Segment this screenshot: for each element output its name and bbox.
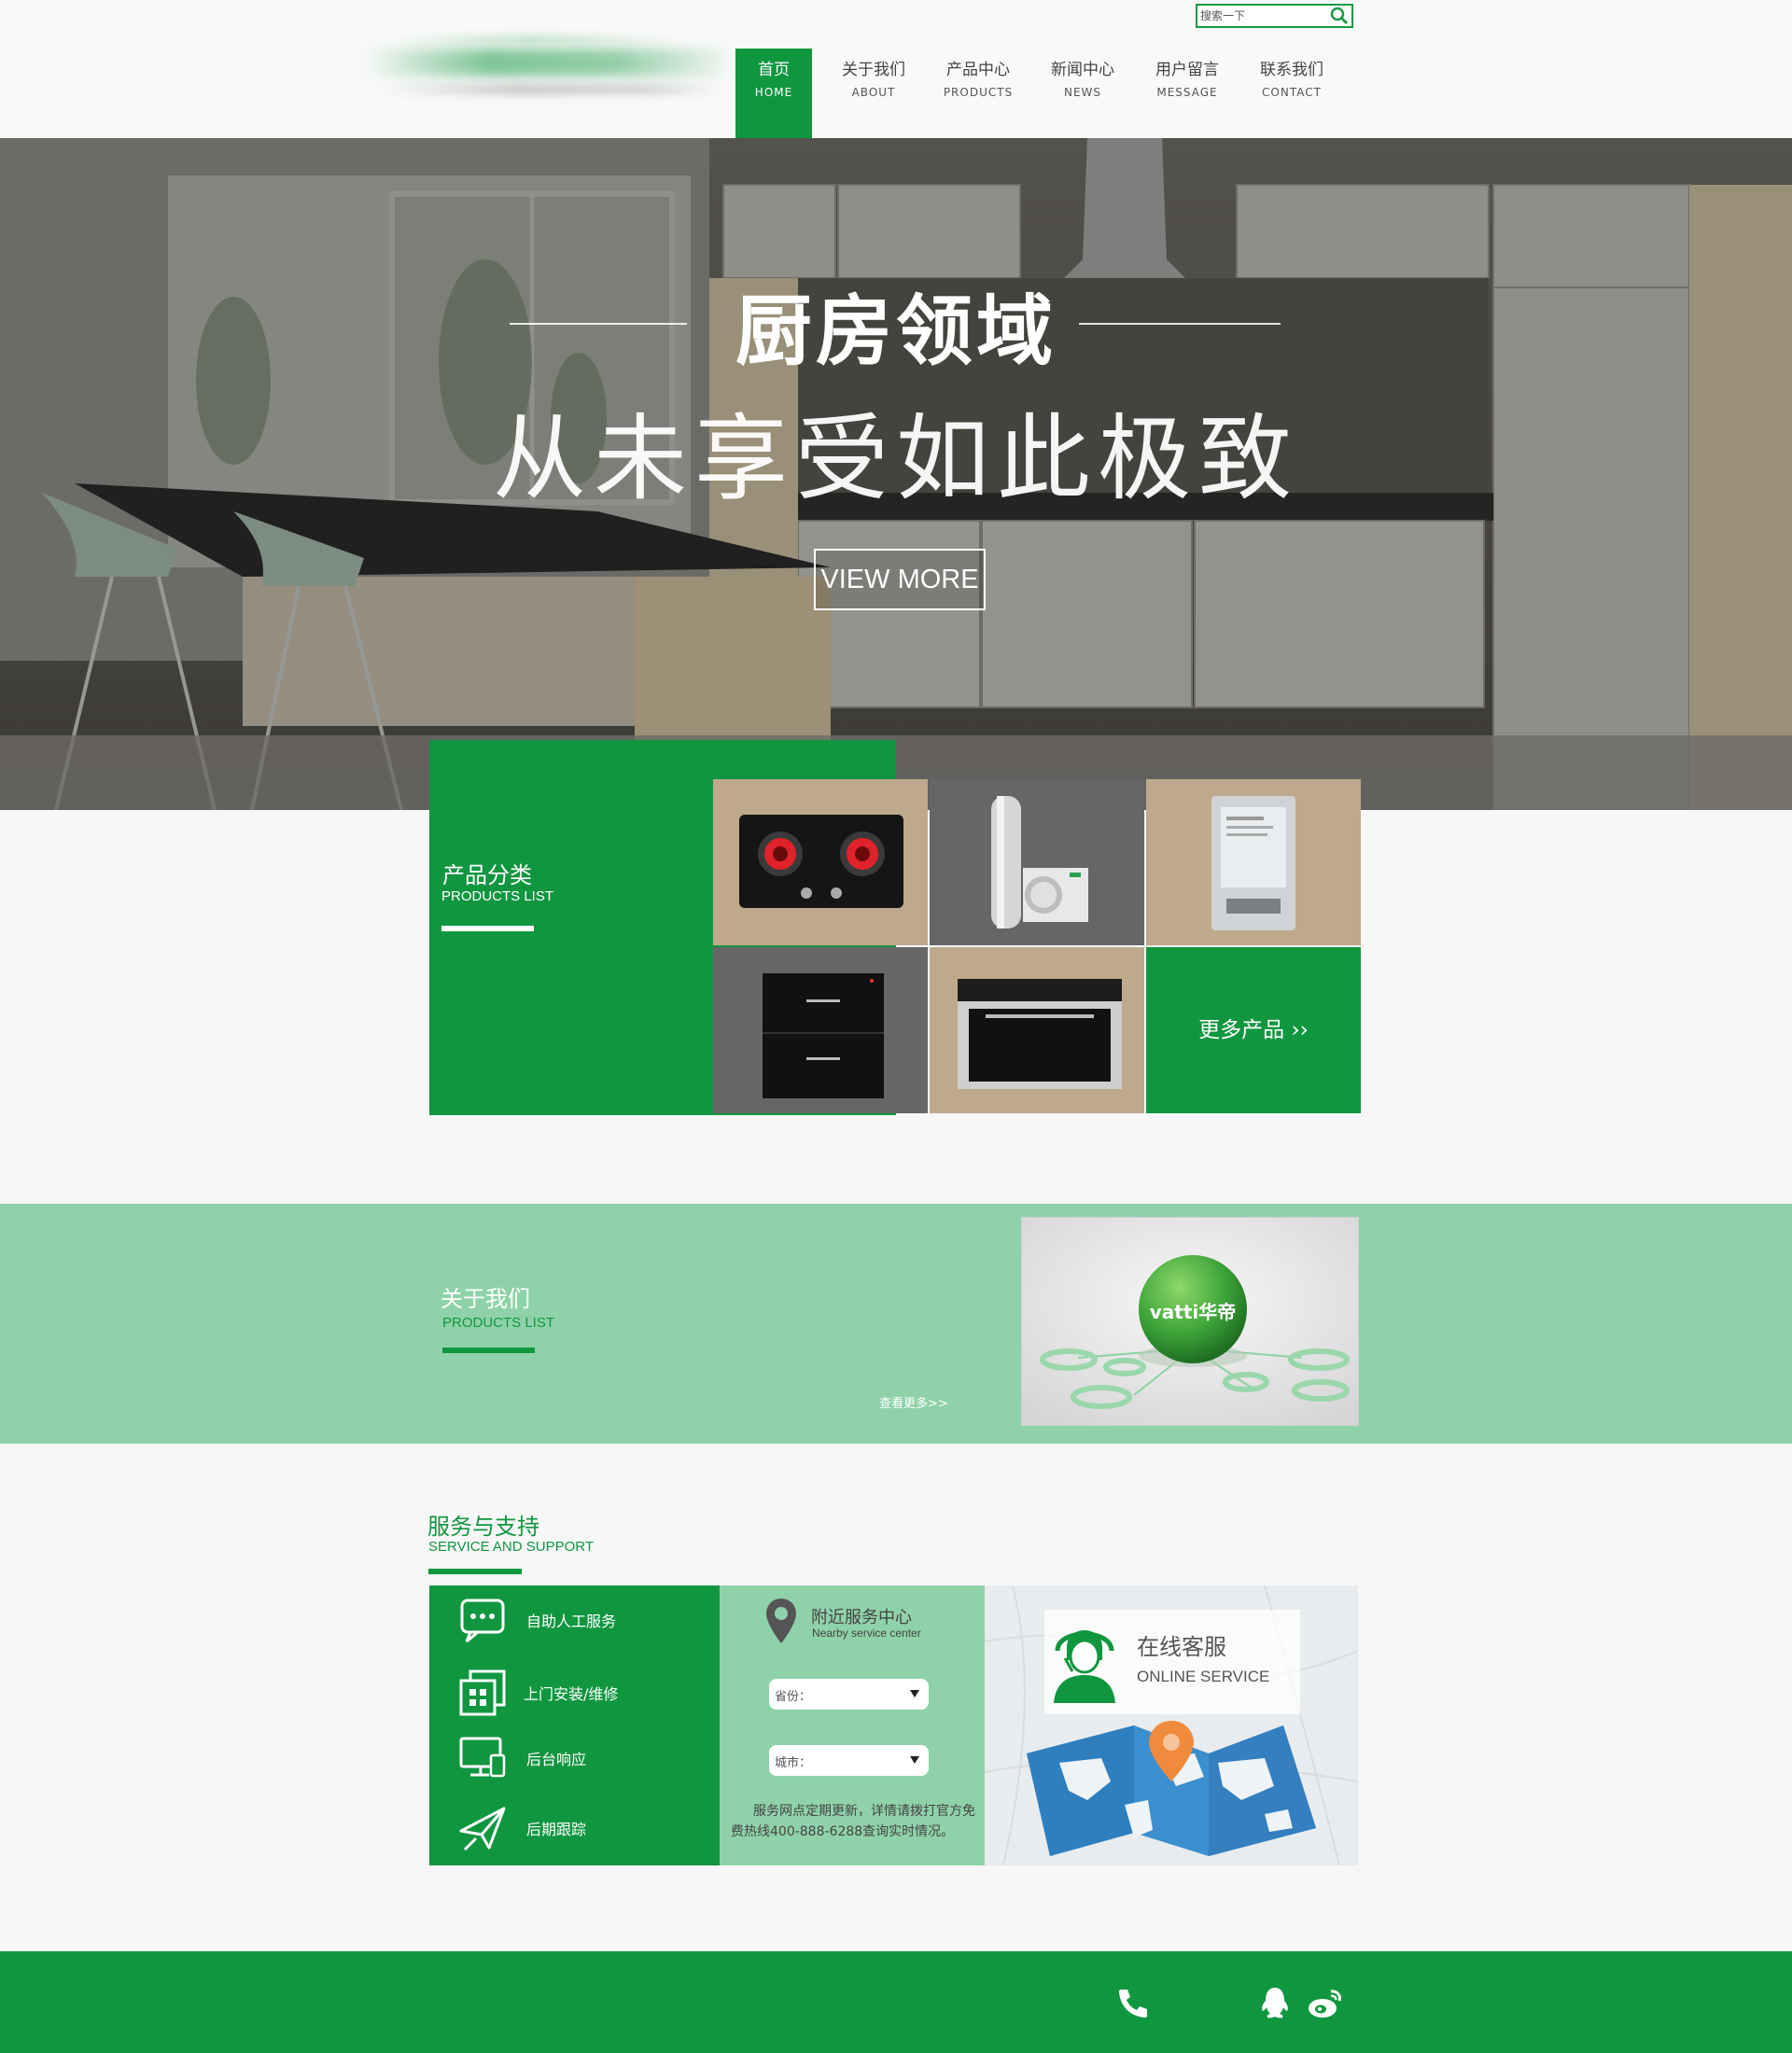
service-item-self-help[interactable]: 自助人工服务 (429, 1585, 720, 1651)
vatti-logo-sphere-image: vatti华帝 (1022, 1218, 1358, 1425)
heat-pump-icon (991, 796, 1088, 929)
nav-news[interactable]: 新闻中心 NEWS (1030, 49, 1135, 138)
nav-about-sublabel: ABOUT (851, 86, 896, 99)
about-title-underline (442, 1348, 535, 1353)
nav-contact[interactable]: 联系我们 CONTACT (1239, 49, 1344, 138)
hero-title: 厨房领域 (735, 287, 1057, 376)
service-list: 自助人工服务 上门安装/维修 后台响应 后期跟踪 (429, 1585, 720, 1865)
qq-icon[interactable] (1256, 1986, 1294, 2019)
about-more-link[interactable]: 查看更多>> (879, 1393, 948, 1411)
service-subtitle: SERVICE AND SUPPORT (428, 1539, 594, 1555)
search-input[interactable] (1197, 6, 1328, 26)
service-title-underline (428, 1569, 522, 1574)
service-item-installation[interactable]: 上门安装/维修 (429, 1658, 720, 1724)
about-subtitle: PRODUCTS LIST (442, 1315, 555, 1331)
nav-message[interactable]: 用户留言 MESSAGE (1135, 49, 1239, 138)
customer-service-agent-icon (1054, 1630, 1115, 1703)
search-icon[interactable] (1329, 7, 1350, 25)
product-heat-pump[interactable] (930, 779, 1144, 945)
service-item-label: 后期跟踪 (526, 1821, 587, 1838)
nearby-subtitle: Nearby service center (812, 1627, 921, 1640)
service-item-label: 自助人工服务 (526, 1613, 617, 1630)
weibo-icon[interactable] (1307, 1986, 1344, 2019)
product-water-heater[interactable] (1146, 779, 1361, 945)
phone-icon[interactable] (1113, 1986, 1151, 2019)
nav-message-sublabel: MESSAGE (1156, 86, 1218, 99)
view-more-button[interactable]: VIEW MORE (814, 549, 986, 610)
monitor-icon (459, 1737, 506, 1778)
nav-home-label: 首页 (758, 61, 790, 79)
products-title-underline (441, 926, 534, 931)
nearby-note: 服务网点定期更新，详情请拨打官方免费热线400-888-6288查询实时情况。 (731, 1804, 975, 1839)
more-products-button[interactable]: 更多产品 ›› (1146, 947, 1361, 1113)
chat-icon (460, 1599, 505, 1643)
paper-plane-icon (459, 1807, 506, 1851)
nav-news-label: 新闻中心 (1051, 61, 1114, 79)
province-select[interactable]: 省份： (769, 1679, 929, 1710)
search-box (1196, 4, 1353, 28)
about-image[interactable]: vatti华帝 (1021, 1217, 1359, 1426)
footer (0, 1951, 1792, 2053)
nearby-service-panel: 附近服务中心 Nearby service center 省份： 城市： 服务网… (720, 1585, 985, 1865)
product-oven[interactable] (930, 947, 1144, 1113)
nav-message-label: 用户留言 (1155, 61, 1219, 79)
nearby-title: 附近服务中心 (811, 1608, 912, 1627)
hero-banner: 厨房领域 从未享受如此极致 VIEW MORE (0, 138, 1792, 810)
header: 首页 HOME 关于我们 ABOUT 产品中心 PRODUCTS 新闻中心 NE… (0, 0, 1792, 138)
online-service-panel[interactable]: 在线客服 ONLINE SERVICE (985, 1585, 1358, 1865)
nav-about-label: 关于我们 (842, 61, 905, 79)
service-title: 服务与支持 (427, 1514, 539, 1540)
province-select-label: 省份： (775, 1690, 812, 1704)
water-heater-icon (1211, 796, 1295, 930)
nav-products[interactable]: 产品中心 PRODUCTS (926, 49, 1030, 138)
service-item-backend-response[interactable]: 后台响应 (429, 1724, 720, 1789)
location-pin-icon (766, 1599, 796, 1643)
city-select-label: 城市： (775, 1756, 812, 1770)
products-subtitle: PRODUCTS LIST (441, 888, 554, 904)
online-service-subtitle: ONLINE SERVICE (1137, 1668, 1270, 1685)
vatti-logo-text: vatti华帝 (1150, 1301, 1237, 1323)
grid-icon (459, 1669, 506, 1716)
hero-subtitle: 从未享受如此极致 (493, 404, 1299, 513)
service-item-label: 后台响应 (526, 1751, 587, 1768)
city-select[interactable]: 城市： (769, 1745, 929, 1776)
product-grid: 更多产品 ›› (713, 779, 1363, 1115)
chevron-down-icon (910, 1756, 919, 1764)
chevron-down-icon (910, 1690, 919, 1697)
gas-stove-icon (739, 815, 903, 908)
products-title: 产品分类 (442, 862, 532, 888)
online-service-card: 在线客服 ONLINE SERVICE (1044, 1610, 1300, 1714)
nav-about[interactable]: 关于我们 ABOUT (821, 49, 926, 138)
main-nav: 首页 HOME 关于我们 ABOUT 产品中心 PRODUCTS 新闻中心 NE… (735, 49, 1344, 138)
nav-news-sublabel: NEWS (1063, 86, 1102, 99)
logo[interactable] (364, 35, 723, 119)
nav-products-label: 产品中心 (946, 61, 1010, 79)
nav-home[interactable]: 首页 HOME (735, 49, 812, 138)
nav-products-sublabel: PRODUCTS (943, 86, 1014, 99)
service-item-label: 上门安装/维修 (524, 1685, 619, 1703)
about-title: 关于我们 (441, 1286, 530, 1312)
product-disinfection-cabinet[interactable] (713, 947, 928, 1113)
disinfection-cabinet-icon (763, 973, 884, 1098)
nav-contact-label: 联系我们 (1260, 61, 1323, 79)
product-gas-stove[interactable] (713, 779, 928, 945)
nav-home-sublabel: HOME (754, 86, 793, 99)
online-service-title: 在线客服 (1137, 1634, 1226, 1660)
service-item-follow-up[interactable]: 后期跟踪 (429, 1794, 720, 1859)
nav-contact-sublabel: CONTACT (1262, 86, 1322, 99)
oven-icon (958, 979, 1122, 1089)
